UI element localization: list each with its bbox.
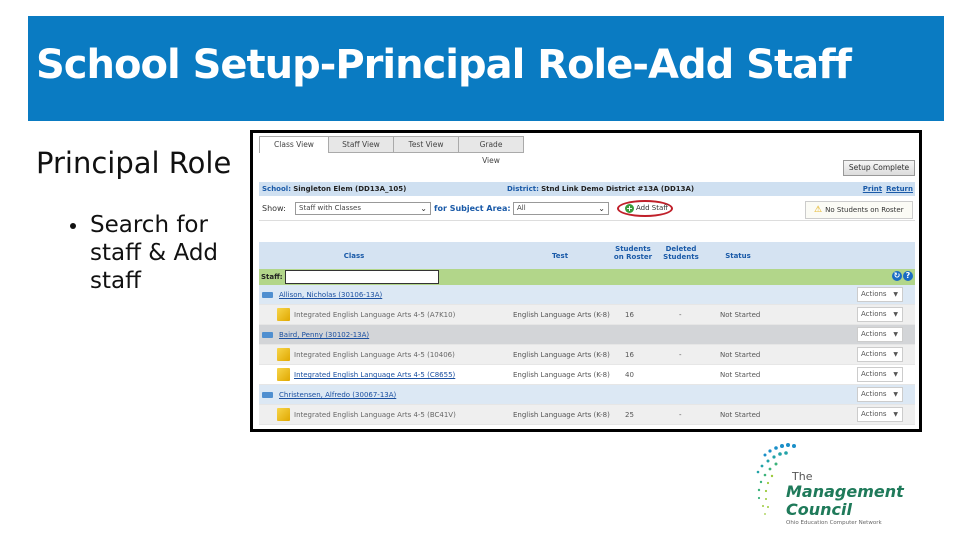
help-icon[interactable]: ? — [903, 271, 913, 281]
staff-row: Christensen, Alfredo (30067-13A) Actions… — [259, 385, 915, 405]
grid-header: Class Test Students on Roster Deleted St… — [259, 242, 915, 269]
no-students-on-roster-button[interactable]: ⚠ No Students on Roster — [805, 201, 913, 219]
class-icon — [277, 348, 290, 361]
deleted-count: - — [679, 311, 682, 319]
status-text: Not Started — [720, 411, 761, 419]
class-row: Integrated English Language Arts 4-5 (10… — [259, 345, 915, 365]
staff-link[interactable]: Baird, Penny (30102-13A) — [279, 325, 369, 345]
caret-down-icon: ▼ — [893, 311, 898, 318]
school-info-bar: School: Singleton Elem (DD13A_105) Distr… — [259, 182, 915, 196]
logo-tagline: Ohio Education Computer Network — [786, 520, 882, 526]
caret-down-icon: ▼ — [893, 291, 898, 298]
class-name[interactable]: Integrated English Language Arts 4-5 (C8… — [294, 365, 455, 385]
caret-down-icon: ▼ — [893, 391, 898, 398]
class-row: Integrated English Language Arts 4-5 (A7… — [259, 305, 915, 325]
bullet-item: Search for staff & Add staff — [70, 211, 246, 295]
status-text: Not Started — [720, 371, 761, 379]
column-header-students-on-roster: Students on Roster — [613, 245, 653, 261]
district-label: District: — [507, 185, 539, 193]
return-link[interactable]: Return — [886, 185, 913, 193]
slide-body: Principal Role Search for staff & Add st… — [36, 146, 246, 295]
refresh-icon[interactable]: ↻ — [892, 271, 902, 281]
logo-text-council: Council — [786, 500, 852, 519]
staff-search-input[interactable] — [285, 270, 439, 284]
filter-bar: Show: Staff with Classes ⌄ for Subject Ar… — [259, 197, 915, 221]
slide-heading: Principal Role — [36, 146, 232, 180]
management-council-logo: The Management Council Ohio Education Co… — [742, 440, 904, 532]
class-name[interactable]: Integrated English Language Arts 4-5 (BC… — [294, 405, 456, 425]
show-select[interactable]: Staff with Classes ⌄ — [295, 202, 431, 215]
actions-dropdown[interactable]: Actions ▼ — [857, 287, 903, 302]
students-count: 40 — [625, 371, 634, 379]
print-link[interactable]: Print — [863, 185, 882, 193]
subject-area-select[interactable]: All ⌄ — [513, 202, 609, 215]
app-screenshot: Class View Staff View Test View Grade Vi… — [250, 130, 922, 432]
staff-filter-row: Staff: ↻? — [259, 269, 915, 285]
warning-icon: ⚠ — [814, 205, 823, 215]
staff-row: Allison, Nicholas (30106-13A) Actions ▼ — [259, 285, 915, 305]
students-count: 16 — [625, 311, 634, 319]
chevron-down-icon: ⌄ — [420, 204, 427, 213]
caret-down-icon: ▼ — [893, 371, 898, 378]
school-value: Singleton Elem (DD13A_105) — [293, 185, 407, 193]
logo-text-management: Management — [786, 482, 904, 501]
caret-down-icon: ▼ — [893, 411, 898, 418]
status-text: Not Started — [720, 311, 761, 319]
actions-dropdown[interactable]: Actions ▼ — [857, 347, 903, 362]
plus-circle-icon: + — [625, 203, 634, 213]
subject-area-label: for Subject Area: — [434, 204, 511, 213]
column-header-deleted-students: Deleted Students — [663, 245, 699, 261]
class-icon — [277, 368, 290, 381]
tab-test-view[interactable]: Test View — [394, 136, 459, 153]
slide-title: School Setup-Principal Role-Add Staff — [36, 42, 852, 88]
class-grid: Class Test Students on Roster Deleted St… — [259, 242, 915, 425]
column-header-test: Test — [551, 252, 569, 260]
setup-complete-button[interactable]: Setup Complete — [843, 160, 915, 176]
class-name[interactable]: Integrated English Language Arts 4-5 (A7… — [294, 305, 455, 325]
school-label: School: — [262, 185, 291, 193]
tab-staff-view[interactable]: Staff View — [329, 136, 394, 153]
actions-dropdown[interactable]: Actions ▼ — [857, 327, 903, 342]
test-name: English Language Arts (K-8) — [513, 411, 610, 419]
bullet-list: Search for staff & Add staff — [70, 211, 246, 295]
actions-dropdown[interactable]: Actions ▼ — [857, 407, 903, 422]
district-value: Stnd Link Demo District #13A (DD13A) — [541, 185, 695, 193]
staff-filter-label: Staff: — [261, 273, 283, 281]
caret-down-icon: ▼ — [893, 351, 898, 358]
students-count: 16 — [625, 351, 634, 359]
class-icon — [277, 408, 290, 421]
class-row: Integrated English Language Arts 4-5 (BC… — [259, 405, 915, 425]
actions-dropdown[interactable]: Actions ▼ — [857, 367, 903, 382]
caret-down-icon: ▼ — [893, 331, 898, 338]
add-staff-button[interactable]: + Add Staff — [617, 200, 673, 217]
column-header-class: Class — [343, 252, 365, 260]
deleted-count: - — [679, 411, 682, 419]
actions-dropdown[interactable]: Actions ▼ — [857, 387, 903, 402]
class-icon — [277, 308, 290, 321]
column-header-status: Status — [725, 252, 751, 260]
class-row: Integrated English Language Arts 4-5 (C8… — [259, 365, 915, 385]
staff-row: Baird, Penny (30102-13A) Actions ▼ — [259, 325, 915, 345]
staff-link[interactable]: Christensen, Alfredo (30067-13A) — [279, 385, 396, 405]
chevron-down-icon: ⌄ — [598, 204, 605, 213]
view-tabs: Class View Staff View Test View Grade Vi… — [259, 136, 524, 165]
bullet-dot-icon — [70, 223, 76, 229]
test-name: English Language Arts (K-8) — [513, 351, 610, 359]
students-count: 25 — [625, 411, 634, 419]
test-name: English Language Arts (K-8) — [513, 311, 610, 319]
staff-card-icon — [262, 392, 273, 398]
tab-grade-view[interactable]: Grade View — [459, 136, 524, 165]
deleted-count: - — [679, 351, 682, 359]
staff-link[interactable]: Allison, Nicholas (30106-13A) — [279, 285, 382, 305]
tab-class-view[interactable]: Class View — [259, 136, 329, 153]
actions-dropdown[interactable]: Actions ▼ — [857, 307, 903, 322]
slide-title-bar: School Setup-Principal Role-Add Staff — [28, 16, 944, 121]
staff-card-icon — [262, 332, 273, 338]
class-name[interactable]: Integrated English Language Arts 4-5 (10… — [294, 345, 455, 365]
staff-card-icon — [262, 292, 273, 298]
status-text: Not Started — [720, 351, 761, 359]
show-label: Show: — [262, 204, 286, 213]
test-name: English Language Arts (K-8) — [513, 371, 610, 379]
